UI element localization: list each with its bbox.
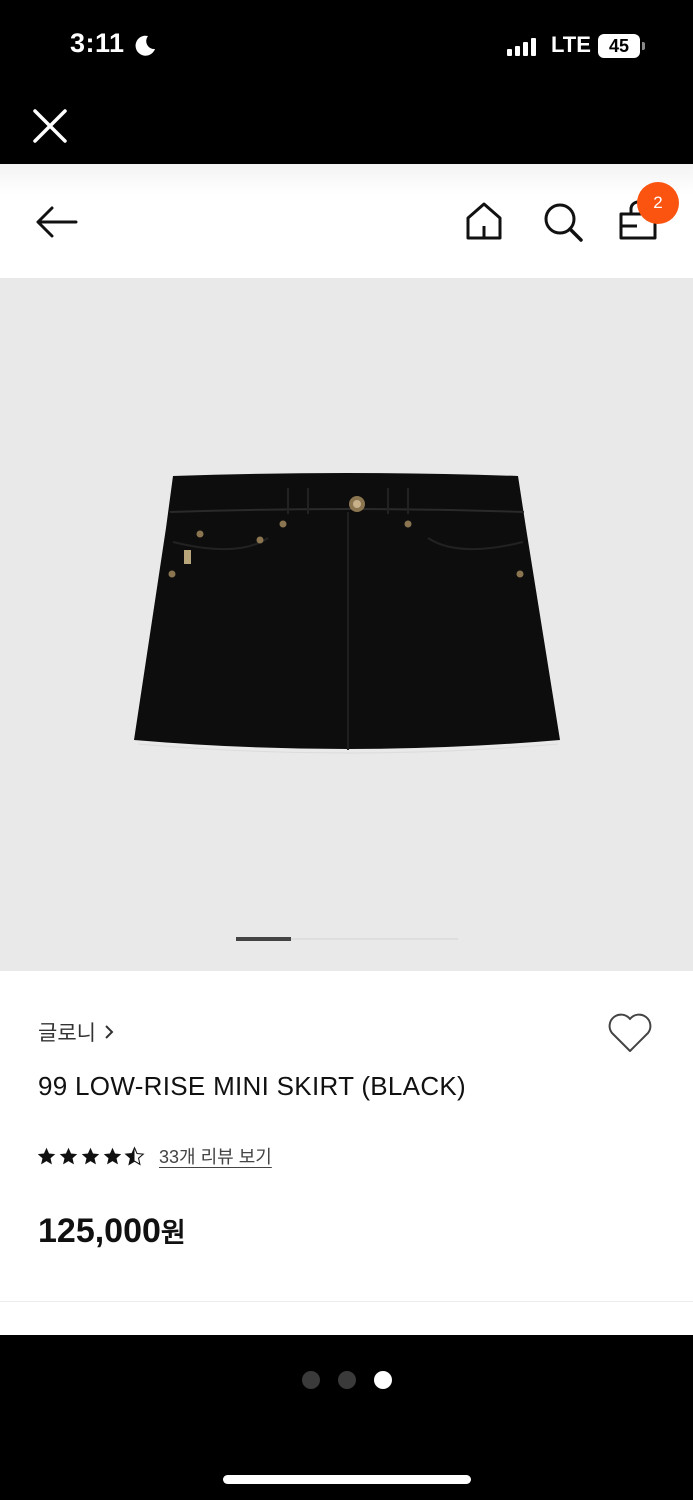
cart-count-badge: 2 (637, 182, 679, 224)
bottom-bar (0, 1335, 693, 1500)
price-unit: 원 (160, 1218, 186, 1248)
star-filled-icon (37, 1147, 56, 1164)
home-indicator[interactable] (223, 1475, 471, 1484)
product-image-gallery[interactable] (0, 278, 693, 971)
divider (0, 1301, 693, 1302)
product-name: 99 LOW-RISE MINI SKIRT (BLACK) (38, 1071, 466, 1101)
review-link[interactable]: 33개 리뷰 보기 (159, 1143, 272, 1169)
network-label: LTE (551, 32, 591, 57)
webview-header (0, 92, 693, 164)
product-info: 글로니 99 LOW-RISE MINI SKIRT (BLACK) 33개 리… (0, 971, 693, 1301)
price-amount: 125,000 (38, 1212, 161, 1250)
page-dot-active[interactable] (374, 1371, 392, 1389)
brand-link[interactable]: 글로니 (38, 1017, 114, 1047)
moon-icon (135, 35, 155, 56)
gallery-pager-indicator (236, 937, 291, 941)
page-dot[interactable] (302, 1371, 320, 1389)
product-price: 125,000원 (38, 1211, 186, 1251)
cellular-signal-icon (507, 38, 536, 56)
home-icon[interactable] (463, 200, 505, 242)
star-filled-icon (81, 1147, 100, 1164)
page-dots (302, 1371, 392, 1389)
brand-name: 글로니 (38, 1022, 96, 1045)
arrow-left-icon[interactable] (32, 202, 80, 242)
battery-icon: 45 (598, 34, 640, 58)
star-filled-icon (103, 1147, 122, 1164)
status-bar: 3:11 LTE 45 (0, 0, 693, 92)
close-icon[interactable] (30, 106, 70, 146)
top-nav: 2 (0, 164, 693, 278)
rating-row: 33개 리뷰 보기 (36, 1143, 272, 1169)
page-dot[interactable] (338, 1371, 356, 1389)
chevron-right-icon (105, 1025, 114, 1039)
search-icon[interactable] (541, 200, 585, 244)
star-half-icon (124, 1145, 145, 1165)
status-time: 3:11 (70, 28, 125, 58)
product-page: 2 글로니 99 LOW-RISE MINI SKIRT (BLACK) 33개… (0, 164, 693, 1335)
heart-outline-icon[interactable] (606, 1011, 654, 1055)
product-image (134, 473, 560, 754)
star-filled-icon (59, 1147, 78, 1164)
battery-cap (642, 42, 645, 50)
rating-stars (36, 1145, 145, 1167)
